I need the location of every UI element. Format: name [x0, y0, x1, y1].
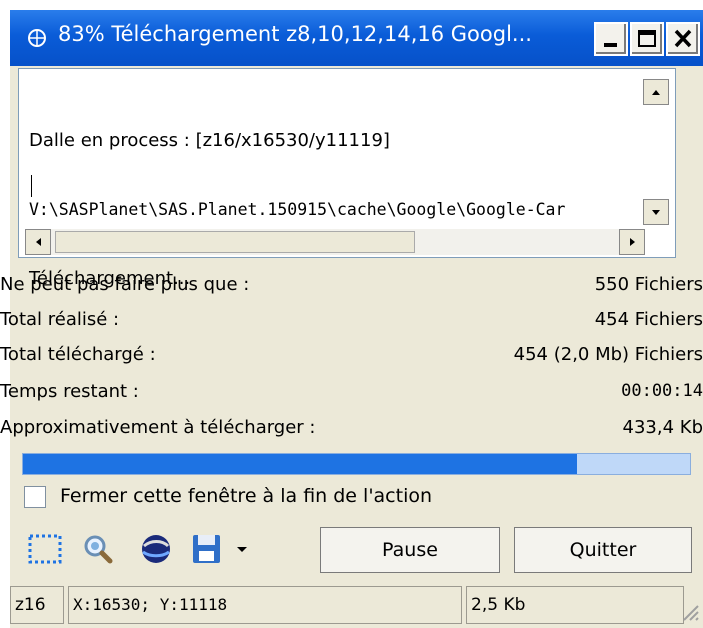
stat-label: Ne peut pas faire plus que :	[0, 274, 250, 295]
arrow-left-icon	[36, 238, 41, 246]
selection-rect-icon[interactable]	[26, 530, 66, 568]
scroll-up-button[interactable]	[643, 79, 669, 105]
arrow-down-icon	[652, 210, 660, 215]
close-button[interactable]	[666, 22, 700, 56]
log-textarea[interactable]: Dalle en process : [z16/x16530/y11119] V…	[18, 68, 676, 289]
stat-row-remaining: Approximativement à télécharger : 433,4 …	[0, 417, 703, 443]
window-title: 83% Téléchargement z8,10,12,14,16 Googl.…	[58, 22, 532, 46]
quit-button[interactable]: Quitter	[514, 527, 692, 573]
resize-grip-icon[interactable]	[680, 602, 700, 622]
vertical-scrollbar[interactable]	[643, 79, 669, 227]
stat-row-done: Total réalisé : 454 Fichiers	[0, 309, 703, 335]
stat-value: 454 Fichiers	[594, 309, 703, 330]
log-line-path: V:\SASPlanet\SAS.Planet.150915\cache\Goo…	[29, 200, 566, 219]
log-line-tile: Dalle en process : [z16/x16530/y11119]	[29, 130, 390, 151]
sasplanet-app-icon	[28, 29, 46, 47]
save-disk-icon[interactable]	[190, 530, 224, 568]
stat-label: Total téléchargé :	[0, 344, 156, 365]
status-size: 2,5 Kb	[466, 586, 684, 624]
stat-value: 00:00:14	[621, 381, 703, 401]
status-bar: z16 X:16530; Y:11118 2,5 Kb	[10, 586, 703, 628]
scroll-right-button[interactable]	[619, 229, 645, 255]
stat-value: 433,4 Kb	[622, 417, 703, 438]
horizontal-scrollbar[interactable]	[25, 229, 645, 255]
arrow-up-icon	[652, 90, 660, 95]
pause-button[interactable]: Pause	[320, 527, 500, 573]
dropdown-arrow-icon[interactable]	[232, 530, 252, 568]
scroll-down-button[interactable]	[643, 199, 669, 225]
horizontal-scroll-thumb[interactable]	[55, 231, 415, 253]
stat-value: 454 (2,0 Mb) Fichiers	[513, 344, 703, 365]
stat-label: Temps restant :	[0, 381, 139, 402]
stat-row-time-left: Temps restant : 00:00:14	[0, 381, 703, 407]
stat-label: Approximativement à télécharger :	[0, 417, 316, 438]
maximize-button[interactable]	[630, 22, 664, 56]
close-icon	[674, 29, 692, 48]
globe-icon[interactable]	[136, 530, 176, 568]
text-caret	[31, 175, 32, 197]
stat-row-max: Ne peut pas faire plus que : 550 Fichier…	[0, 274, 703, 300]
zoom-magnifier-icon[interactable]	[80, 530, 116, 568]
maximize-icon	[638, 30, 656, 47]
stat-value: 550 Fichiers	[594, 274, 703, 295]
title-bar[interactable]: 83% Téléchargement z8,10,12,14,16 Googl.…	[10, 10, 703, 66]
status-coords: X:16530; Y:11118	[68, 586, 462, 624]
minimize-icon	[604, 43, 617, 47]
close-on-finish-label[interactable]: Fermer cette fenêtre à la fin de l'actio…	[60, 485, 432, 507]
close-on-finish-checkbox[interactable]	[24, 486, 46, 508]
minimize-button[interactable]	[594, 22, 628, 56]
download-progress-bar	[22, 453, 691, 475]
scroll-left-button[interactable]	[25, 229, 51, 255]
stat-label: Total réalisé :	[0, 309, 120, 330]
arrow-right-icon	[630, 238, 635, 246]
stat-row-downloaded: Total téléchargé : 454 (2,0 Mb) Fichiers	[0, 344, 703, 370]
status-zoom: z16	[10, 586, 64, 624]
progress-fill	[23, 454, 577, 474]
